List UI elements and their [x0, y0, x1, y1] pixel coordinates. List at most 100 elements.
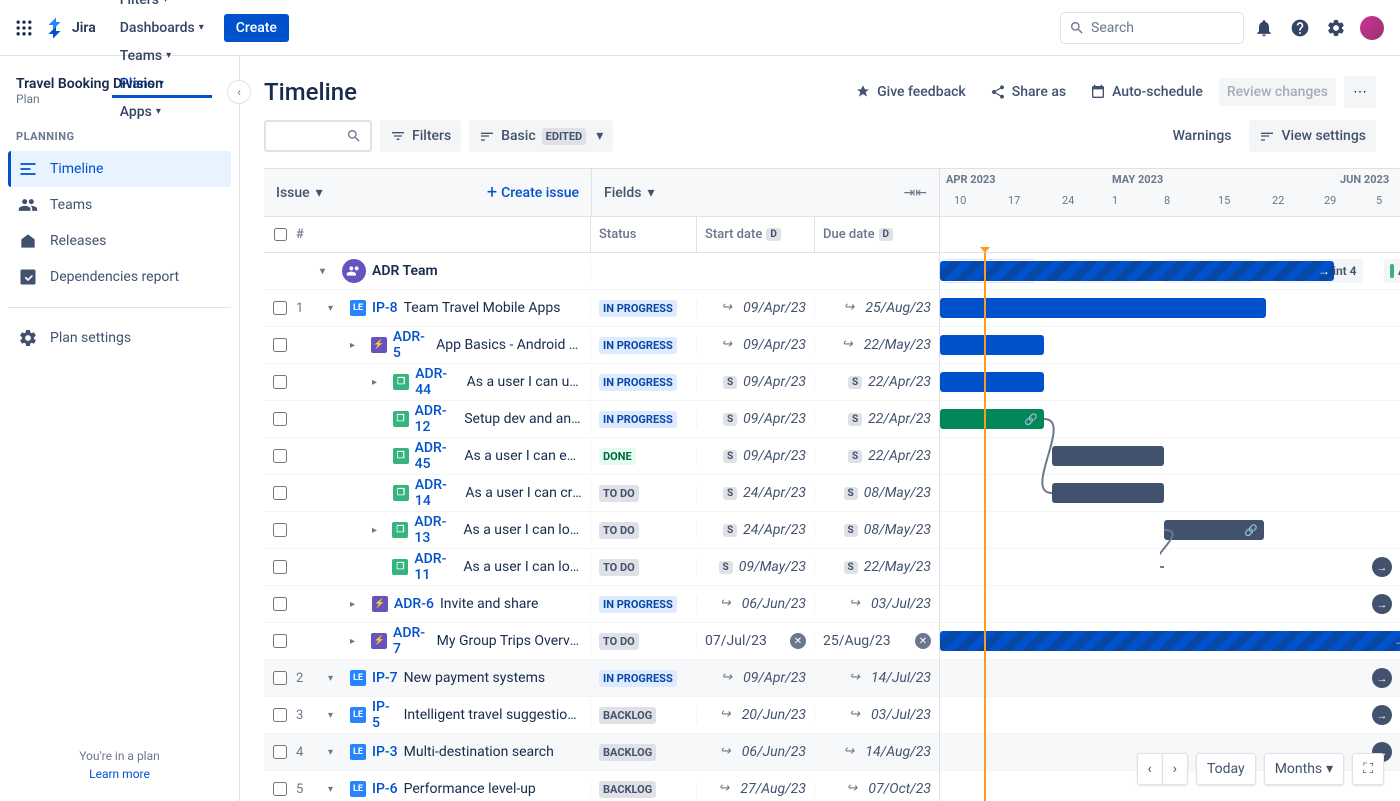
- status-badge[interactable]: BACKLOG: [599, 781, 656, 798]
- row-checkbox[interactable]: [273, 412, 287, 426]
- issue-row[interactable]: ❐ADR-14As a user I can cre...TO DOS24/Ap…: [264, 475, 939, 512]
- issue-row[interactable]: ▸❐ADR-13As a user I can log i...TO DOS24…: [264, 512, 939, 549]
- timeline-next-button[interactable]: ›: [1162, 753, 1188, 785]
- zoom-level-button[interactable]: Months ▾: [1264, 753, 1345, 785]
- row-checkbox[interactable]: [273, 449, 287, 463]
- issue-key-link[interactable]: ADR-11: [414, 551, 457, 583]
- timeline-bar[interactable]: →: [940, 631, 1400, 651]
- status-badge[interactable]: IN PROGRESS: [599, 411, 677, 428]
- status-badge[interactable]: IN PROGRESS: [599, 300, 677, 317]
- chevron-icon[interactable]: ▾: [328, 784, 344, 795]
- row-checkbox[interactable]: [273, 560, 287, 574]
- row-checkbox[interactable]: [273, 634, 287, 648]
- chevron-icon[interactable]: ▸: [372, 525, 386, 536]
- status-badge[interactable]: DONE: [599, 448, 636, 465]
- sprint-pill[interactable]: AD: [1384, 259, 1400, 283]
- timeline-bar[interactable]: →: [940, 261, 1334, 281]
- timeline-bar[interactable]: [940, 372, 1044, 392]
- issue-key-link[interactable]: ADR-12: [415, 403, 459, 435]
- status-badge[interactable]: BACKLOG: [599, 707, 656, 724]
- issue-row[interactable]: 5▾LEIP-6Performance level-upBACKLOG↪27/A…: [264, 771, 939, 801]
- offscreen-bar-icon[interactable]: →: [1372, 557, 1392, 577]
- offscreen-bar-icon[interactable]: →: [1372, 705, 1392, 725]
- timeline-bar[interactable]: 🔗: [940, 409, 1044, 429]
- timeline-bar[interactable]: [940, 335, 1044, 355]
- status-badge[interactable]: IN PROGRESS: [599, 337, 677, 354]
- sidebar-item-timeline[interactable]: Timeline: [8, 151, 231, 187]
- issue-row[interactable]: ▸⚡ADR-5App Basics - Android testIN PROGR…: [264, 327, 939, 364]
- basic-filter-button[interactable]: BasicEDITED▾: [469, 120, 613, 152]
- chevron-icon[interactable]: ▸: [350, 340, 365, 351]
- create-issue-button[interactable]: + Create issue: [487, 182, 579, 203]
- create-button[interactable]: Create: [224, 14, 289, 42]
- issue-key-link[interactable]: ADR-45: [415, 440, 459, 472]
- auto-schedule-button[interactable]: Auto-schedule: [1082, 78, 1211, 106]
- issue-row[interactable]: ▸⚡ADR-7My Group Trips OverviewTO DO07/Ju…: [264, 623, 939, 660]
- fullscreen-button[interactable]: ⛶: [1352, 753, 1384, 785]
- timeline-bar[interactable]: [1052, 446, 1164, 466]
- chevron-icon[interactable]: ▾: [328, 710, 344, 721]
- share-as-button[interactable]: Share as: [982, 78, 1074, 106]
- search-input[interactable]: Search: [1060, 12, 1244, 44]
- filters-button[interactable]: Filters: [380, 120, 461, 152]
- help-icon[interactable]: [1284, 12, 1316, 44]
- issue-key-link[interactable]: ADR-44: [415, 366, 460, 398]
- row-checkbox[interactable]: [273, 301, 287, 315]
- row-checkbox[interactable]: [273, 745, 287, 759]
- timeline-prev-button[interactable]: ‹: [1137, 753, 1162, 785]
- sidebar-item-dependencies-report[interactable]: Dependencies report: [8, 259, 231, 295]
- timeline-bar[interactable]: [1052, 483, 1164, 503]
- more-actions-button[interactable]: ⋯: [1344, 76, 1376, 108]
- chevron-icon[interactable]: ▸: [372, 377, 387, 388]
- row-checkbox[interactable]: [273, 486, 287, 500]
- status-badge[interactable]: IN PROGRESS: [599, 374, 677, 391]
- issue-key-link[interactable]: ADR-7: [393, 625, 431, 657]
- chevron-icon[interactable]: ▸: [350, 599, 366, 610]
- sidebar-item-releases[interactable]: Releases: [8, 223, 231, 259]
- issue-row[interactable]: 4▾LEIP-3Multi-destination searchBACKLOG↪…: [264, 734, 939, 771]
- learn-more-link[interactable]: Learn more: [0, 767, 239, 781]
- issue-column-header[interactable]: Issue ▾: [276, 185, 323, 201]
- issue-key-link[interactable]: ADR-6: [394, 596, 434, 612]
- issue-row[interactable]: ▸⚡ADR-6Invite and shareIN PROGRESS↪06/Ju…: [264, 586, 939, 623]
- row-checkbox[interactable]: [273, 708, 287, 722]
- issue-key-link[interactable]: IP-6: [372, 781, 398, 797]
- offscreen-bar-icon[interactable]: →: [1372, 594, 1392, 614]
- row-checkbox[interactable]: [273, 671, 287, 685]
- chevron-icon[interactable]: ▾: [328, 673, 344, 684]
- issue-key-link[interactable]: IP-5: [372, 699, 398, 731]
- status-badge[interactable]: BACKLOG: [599, 744, 656, 761]
- offscreen-bar-icon[interactable]: →: [1372, 668, 1392, 688]
- collapse-fields-icon[interactable]: ⇥⇤: [904, 185, 927, 201]
- issue-key-link[interactable]: ADR-5: [393, 329, 430, 361]
- chevron-icon[interactable]: ▸: [350, 636, 365, 647]
- row-checkbox[interactable]: [273, 375, 287, 389]
- status-badge[interactable]: TO DO: [599, 485, 639, 502]
- give-feedback-button[interactable]: Give feedback: [847, 78, 974, 106]
- app-switcher-icon[interactable]: [12, 16, 36, 40]
- settings-icon[interactable]: [1320, 12, 1352, 44]
- chevron-icon[interactable]: ▾: [328, 747, 344, 758]
- timeline-bar[interactable]: 🔗: [1164, 520, 1264, 540]
- notifications-icon[interactable]: [1248, 12, 1280, 44]
- row-checkbox[interactable]: [273, 597, 287, 611]
- issue-key-link[interactable]: IP-3: [372, 744, 398, 760]
- view-settings-button[interactable]: View settings: [1249, 120, 1376, 152]
- timeline-bar[interactable]: [940, 298, 1266, 318]
- clear-date-icon[interactable]: ✕: [790, 633, 806, 649]
- chevron-down-icon[interactable]: ▾: [320, 266, 336, 277]
- status-badge[interactable]: IN PROGRESS: [599, 670, 677, 687]
- issue-row[interactable]: 3▾LEIP-5Intelligent travel suggestionsBA…: [264, 697, 939, 734]
- team-row[interactable]: ▾ ADR Team: [264, 253, 939, 290]
- row-checkbox[interactable]: [273, 523, 287, 537]
- fields-column-header[interactable]: Fields ▾: [604, 185, 654, 201]
- issue-row[interactable]: 1▾LEIP-8Team Travel Mobile AppsIN PROGRE…: [264, 290, 939, 327]
- clear-date-icon[interactable]: ✕: [915, 633, 931, 649]
- profile-avatar[interactable]: [1356, 12, 1388, 44]
- select-all-checkbox[interactable]: [274, 228, 287, 241]
- nav-item-filters[interactable]: Filters ▾: [112, 0, 212, 14]
- today-button[interactable]: Today: [1196, 753, 1256, 785]
- sidebar-item-plan-settings[interactable]: Plan settings: [8, 320, 231, 356]
- nav-item-dashboards[interactable]: Dashboards ▾: [112, 14, 212, 42]
- collapse-sidebar-icon[interactable]: ‹: [227, 80, 251, 104]
